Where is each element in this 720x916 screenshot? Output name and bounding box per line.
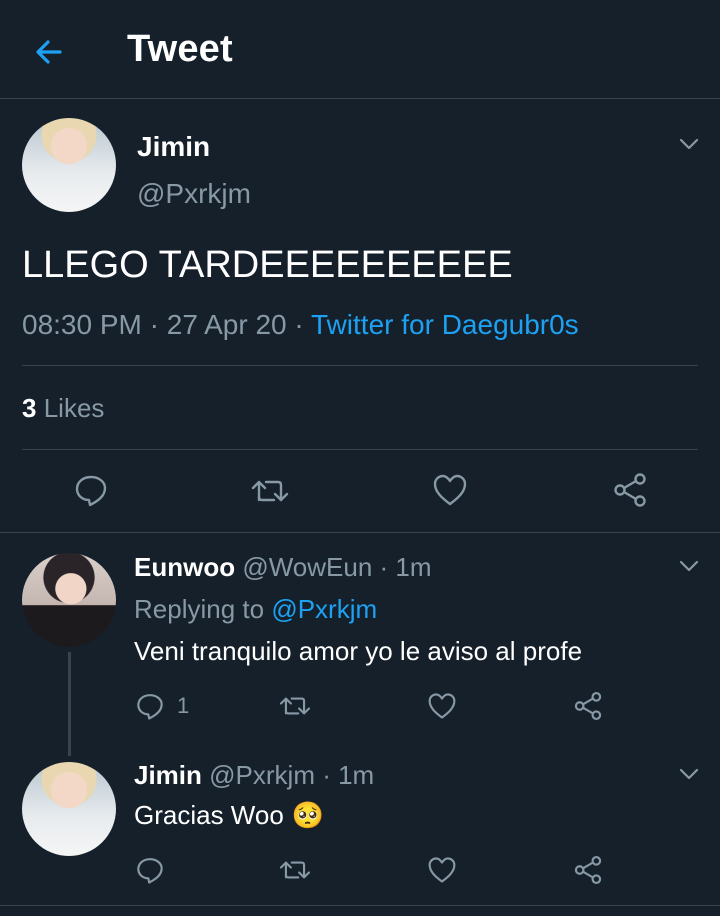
- reply-menu-button[interactable]: [677, 762, 701, 791]
- reply-text: Gracias Woo: [134, 800, 284, 830]
- tweet-date: 27 Apr 20: [166, 309, 287, 340]
- like-count-label: Likes: [43, 393, 105, 423]
- reply-header: Jimin @Pxrkjm · 1m: [134, 760, 374, 791]
- meta-separator: ·: [372, 552, 396, 582]
- like-button[interactable]: [432, 473, 468, 507]
- share-icon: [574, 856, 602, 884]
- author-handle[interactable]: @Pxrkjm: [137, 178, 251, 210]
- reply-author-name[interactable]: Eunwoo: [134, 552, 235, 582]
- tweet-time: 08:30 PM: [22, 309, 142, 340]
- avatar[interactable]: [22, 762, 116, 856]
- like-button[interactable]: [427, 856, 457, 884]
- reply-icon: [137, 858, 163, 884]
- like-icon: [433, 474, 467, 506]
- tweet-menu-button[interactable]: [677, 132, 701, 161]
- like-count-value: 3: [22, 393, 37, 423]
- chevron-down-icon: [679, 138, 699, 150]
- actions-divider: [0, 532, 720, 533]
- bottom-divider: [0, 905, 720, 906]
- reply-author-name[interactable]: Jimin: [134, 760, 202, 790]
- back-arrow-icon: [36, 40, 62, 64]
- back-button[interactable]: [30, 32, 70, 72]
- pleading-face-emoji: 🥺: [291, 800, 325, 830]
- retweet-icon: [251, 480, 289, 502]
- share-icon: [574, 692, 602, 720]
- reply-header: Eunwoo @WowEun · 1m: [134, 552, 432, 583]
- retweet-button[interactable]: [278, 692, 312, 720]
- replying-to-handle[interactable]: @Pxrkjm: [271, 594, 377, 624]
- header-divider: [0, 98, 720, 99]
- meta-separator: ·: [286, 309, 312, 340]
- tweet-source-link[interactable]: Twitter for Daegubr0s: [311, 309, 579, 340]
- stats-divider: [22, 449, 698, 450]
- replying-to-label: Replying to: [134, 594, 265, 624]
- reply-time: 1m: [395, 552, 432, 582]
- reply-button[interactable]: [73, 472, 109, 508]
- retweet-icon: [279, 861, 311, 879]
- likes-count[interactable]: 3 Likes: [22, 393, 104, 424]
- reply-author-handle[interactable]: @Pxrkjm: [209, 760, 315, 790]
- share-button[interactable]: [612, 472, 648, 508]
- meta-separator: ·: [314, 760, 339, 790]
- reply-button[interactable]: [135, 855, 165, 885]
- share-icon: [614, 473, 646, 507]
- reply-menu-button[interactable]: [677, 554, 701, 583]
- author-name[interactable]: Jimin: [137, 131, 210, 163]
- reply-time: 1m: [338, 760, 375, 790]
- reply-count: 1: [177, 693, 190, 718]
- retweet-icon: [279, 697, 311, 715]
- reply-icon: [75, 475, 107, 507]
- avatar[interactable]: [22, 553, 116, 647]
- reply-text-row: Gracias Woo 🥺: [134, 800, 324, 831]
- avatar[interactable]: [22, 118, 116, 212]
- meta-separator: ·: [141, 309, 167, 340]
- replying-to: Replying to @Pxrkjm: [134, 594, 377, 625]
- reply-author-handle[interactable]: @WowEun: [242, 552, 372, 582]
- retweet-button[interactable]: [250, 474, 290, 508]
- retweet-button[interactable]: [278, 856, 312, 884]
- like-icon: [428, 857, 456, 883]
- share-button[interactable]: [573, 855, 603, 885]
- chevron-down-icon: [679, 768, 699, 780]
- thread-line: [68, 652, 71, 756]
- tweet-text: LLEGO TARDEEEEEEEEEE: [22, 244, 513, 286]
- reply-icon: [137, 694, 163, 720]
- reply-text: Veni tranquilo amor yo le aviso al profe: [134, 636, 583, 666]
- meta-divider: [22, 365, 698, 366]
- page-title: Tweet: [127, 28, 233, 70]
- chevron-down-icon: [679, 560, 699, 572]
- like-icon: [428, 693, 456, 719]
- tweet-meta: 08:30 PM · 27 Apr 20 · Twitter for Daegu…: [22, 309, 579, 341]
- reply-button[interactable]: 1: [135, 691, 189, 721]
- like-button[interactable]: [427, 692, 457, 720]
- share-button[interactable]: [573, 691, 603, 721]
